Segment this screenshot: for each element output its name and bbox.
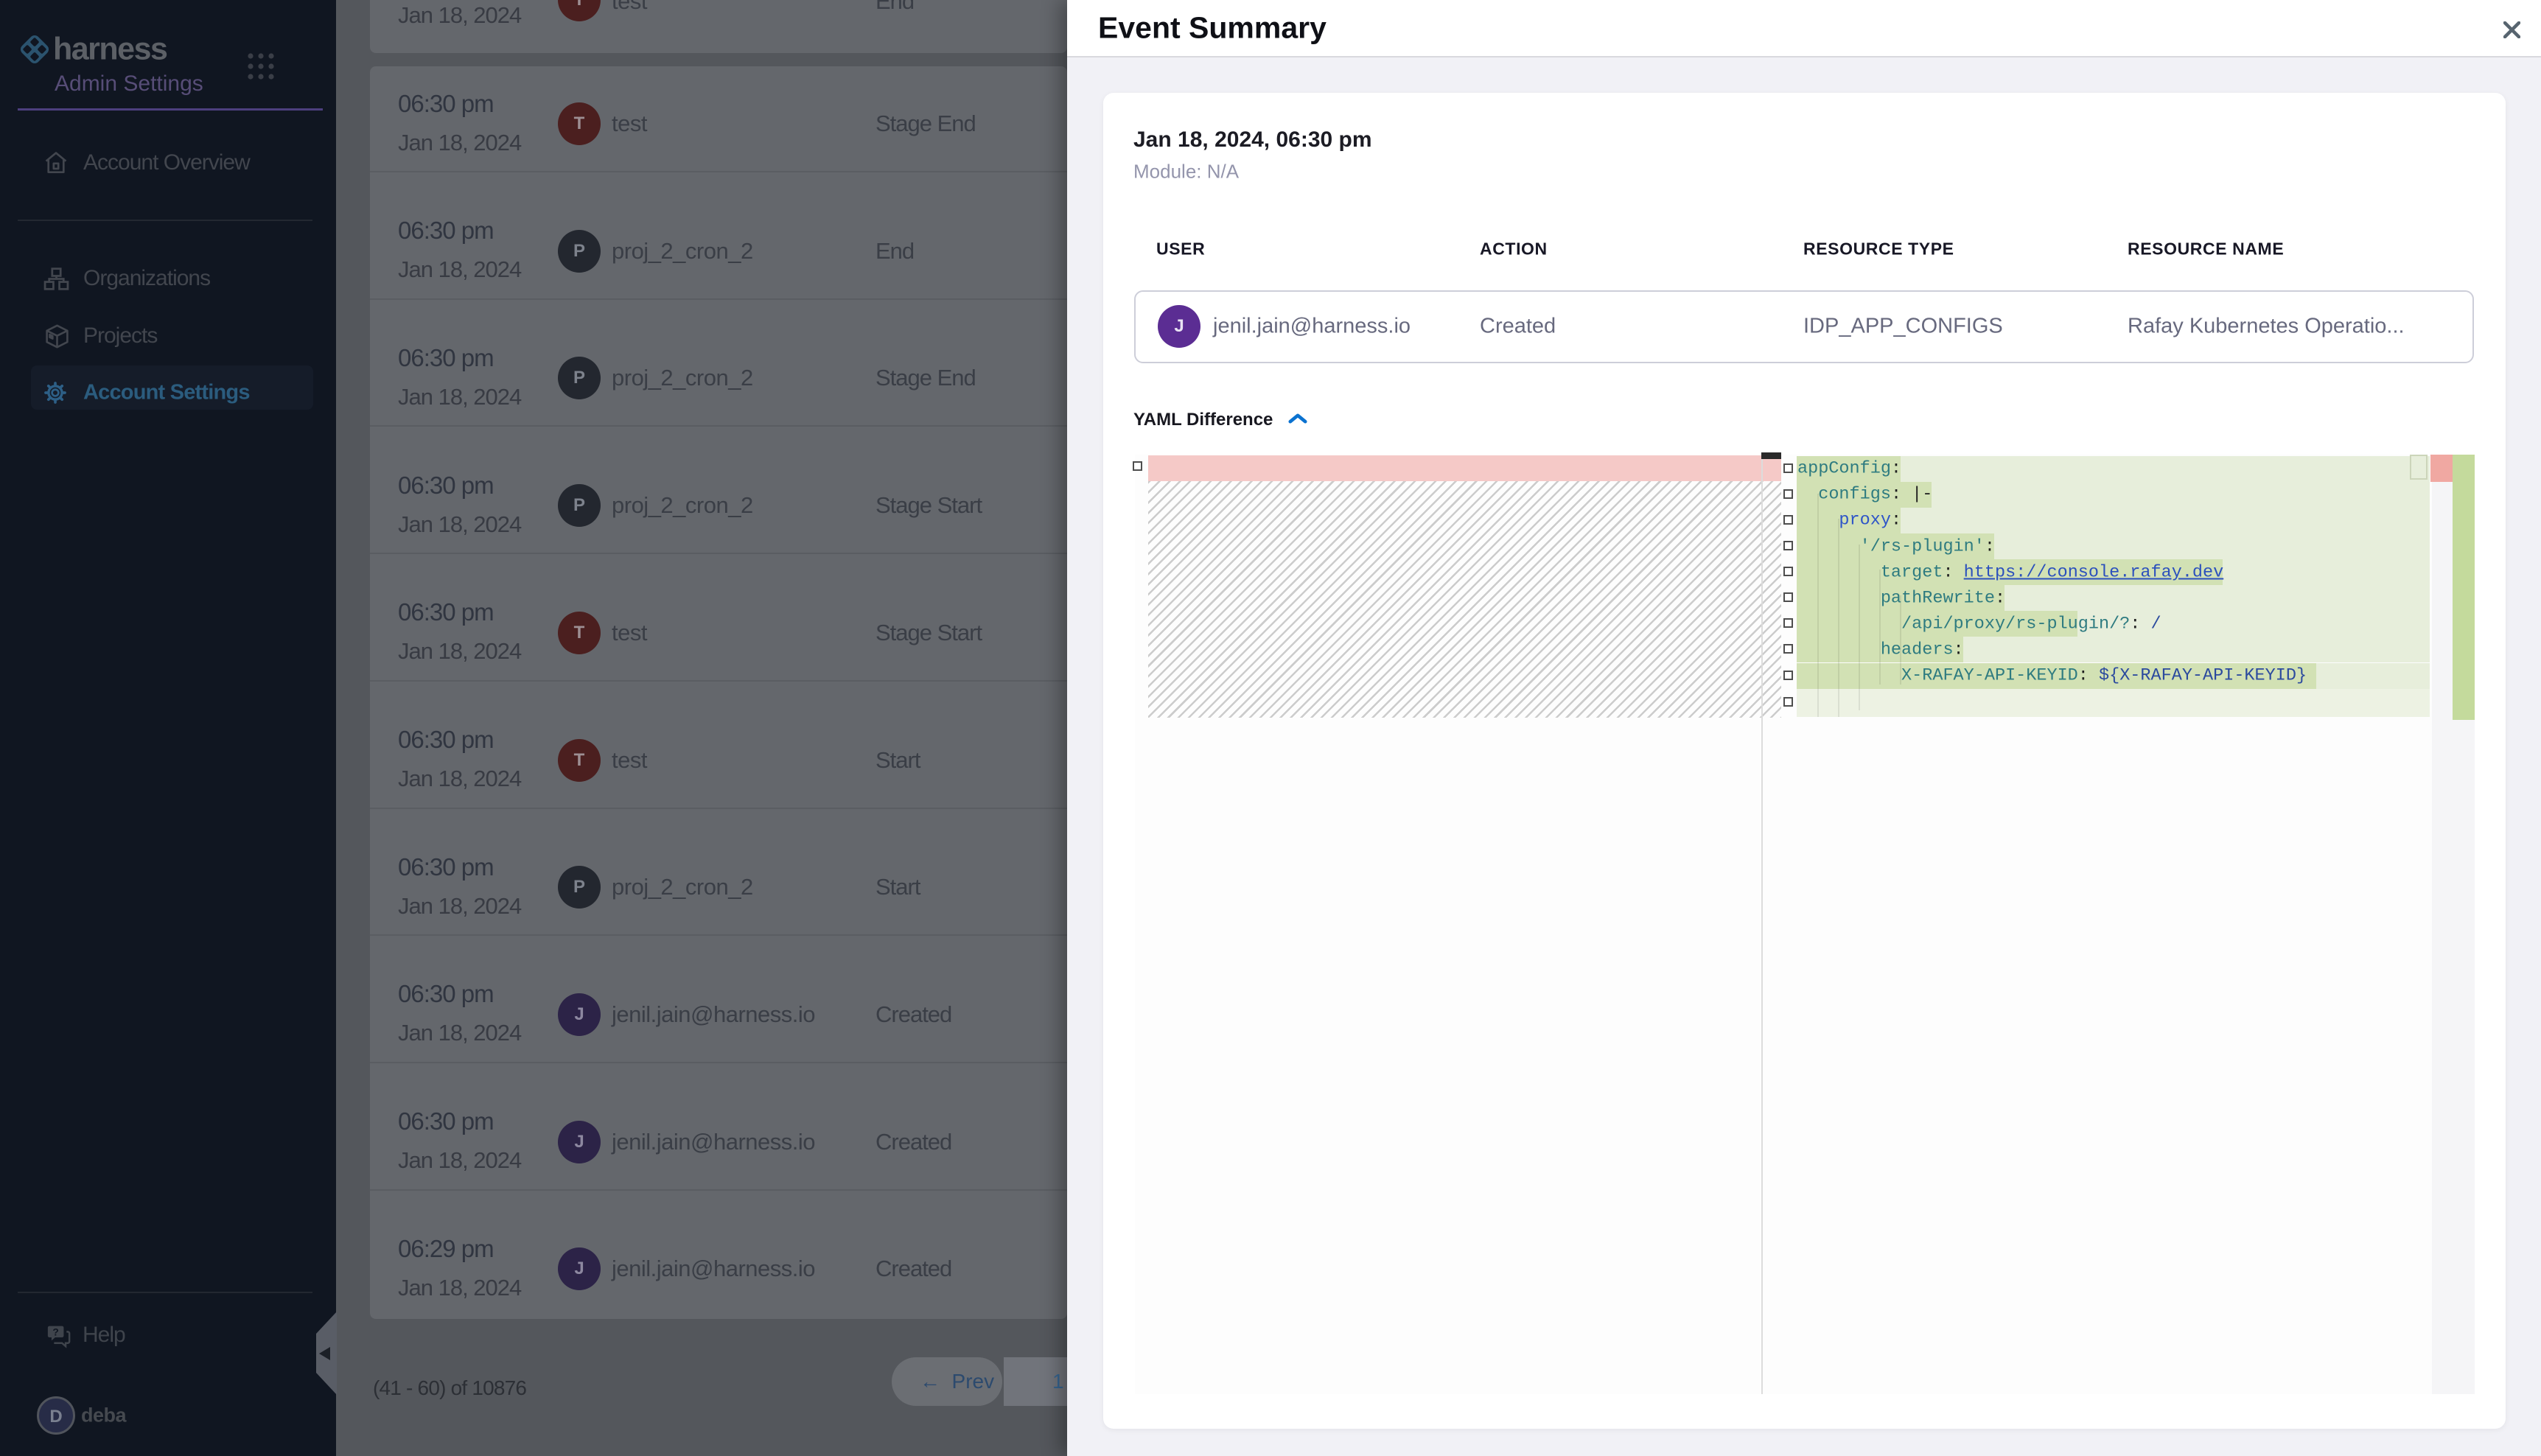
svg-text:?: ? [52,1326,58,1337]
